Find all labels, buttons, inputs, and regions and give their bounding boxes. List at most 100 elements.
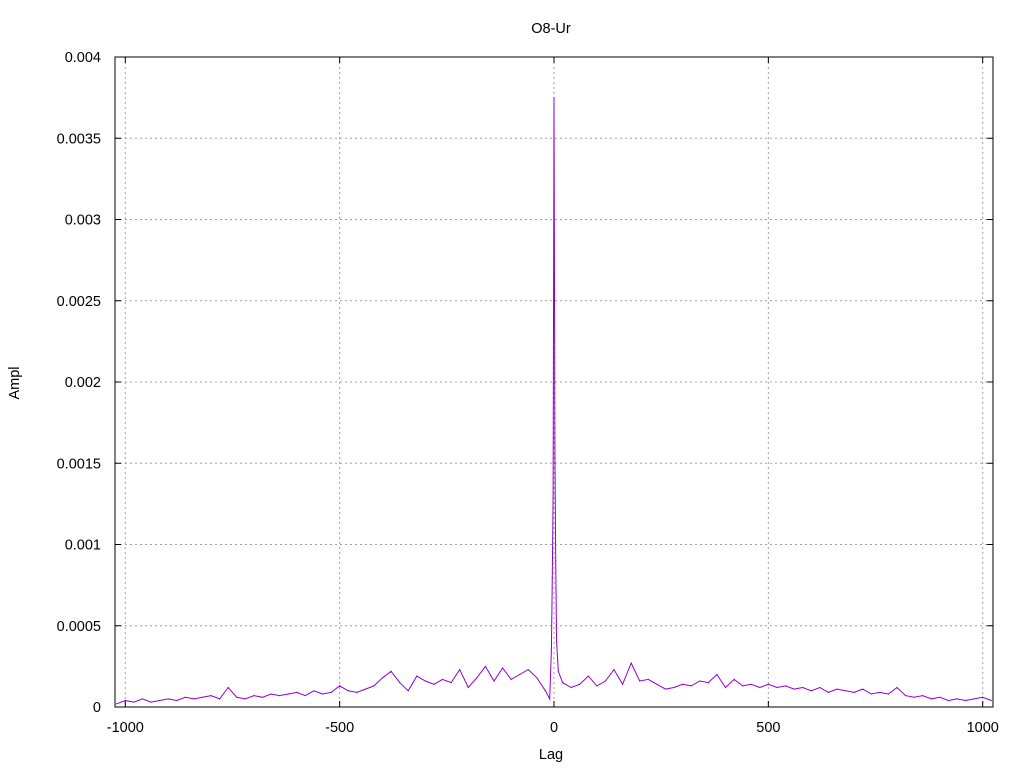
- y-tick-label: 0: [93, 700, 101, 716]
- data-point: [556, 641, 558, 643]
- x-tick-label: 500: [756, 720, 780, 736]
- data-point: [947, 699, 950, 702]
- data-point: [776, 686, 778, 689]
- data-point: [802, 686, 804, 689]
- data-point: [553, 243, 556, 245]
- data-point: [270, 693, 272, 695]
- data-point: [930, 698, 932, 700]
- data-point: [484, 665, 486, 668]
- data-point: [690, 685, 692, 687]
- data-point: [476, 677, 478, 679]
- x-tick-label: -1000: [107, 720, 144, 736]
- data-point: [630, 662, 632, 664]
- data-point: [553, 97, 555, 99]
- data-point: [549, 698, 551, 700]
- y-tick-label: 0.0025: [57, 294, 101, 310]
- x-tick-label: 0: [550, 720, 558, 736]
- data-point: [527, 669, 529, 671]
- data-point: [664, 688, 667, 690]
- data-point: [510, 678, 512, 681]
- data-point: [441, 678, 444, 681]
- data-point: [416, 675, 418, 677]
- data-point: [210, 695, 212, 697]
- data-point: [956, 698, 958, 700]
- data-point: [536, 677, 538, 679]
- data-point: [176, 699, 178, 702]
- y-tick-label: 0.0005: [57, 619, 101, 635]
- data-point: [236, 696, 238, 698]
- data-point: [550, 649, 553, 651]
- data-point: [699, 680, 701, 682]
- data-point: [716, 673, 718, 676]
- data-point: [724, 686, 727, 689]
- data-point: [467, 686, 469, 689]
- data-point: [647, 678, 649, 681]
- y-tick-label: 0.0015: [57, 456, 101, 472]
- data-point: [622, 683, 624, 685]
- data-point: [579, 683, 581, 685]
- data-point: [364, 688, 366, 690]
- data-point: [604, 680, 607, 682]
- data-point: [596, 685, 598, 687]
- data-point: [553, 275, 555, 277]
- data-point: [244, 698, 246, 700]
- data-point: [552, 495, 554, 497]
- data-point: [682, 683, 684, 685]
- data-point: [450, 682, 452, 684]
- data-point: [810, 690, 812, 692]
- data-point: [167, 698, 169, 700]
- data-point: [287, 693, 289, 695]
- data-point: [555, 560, 557, 562]
- data-point: [587, 675, 589, 677]
- data-point: [853, 691, 855, 694]
- data-point: [904, 695, 907, 697]
- data-point: [141, 698, 143, 700]
- data-point: [193, 698, 195, 700]
- data-point: [253, 695, 255, 697]
- data-point: [279, 695, 281, 697]
- data-point: [784, 685, 787, 687]
- data-point: [733, 678, 735, 681]
- data-point: [330, 691, 332, 694]
- data-point: [570, 686, 572, 689]
- data-point: [124, 699, 126, 702]
- data-point: [373, 685, 375, 687]
- data-point: [742, 685, 744, 687]
- data-point: [459, 669, 461, 671]
- chart: -1000 -500 0 500 1000 0 0.0005 0.001 0.0015 0.00…: [7, 21, 999, 763]
- data-point: [519, 673, 521, 676]
- data-point: [551, 576, 553, 578]
- data-point: [557, 670, 559, 672]
- y-tick-label: 0.003: [65, 213, 101, 229]
- data-point: [767, 683, 770, 685]
- data-point: [793, 688, 795, 690]
- data-point: [381, 677, 384, 679]
- data-point: [887, 693, 890, 695]
- data-point: [313, 690, 315, 692]
- data-point: [390, 670, 392, 672]
- data-point: [639, 680, 641, 682]
- data-point: [656, 683, 658, 685]
- data-point: [219, 698, 221, 700]
- data-point: [116, 703, 118, 705]
- data-point: [673, 686, 675, 689]
- data-point: [896, 686, 898, 689]
- data-point: [613, 669, 615, 671]
- data-point: [750, 683, 752, 685]
- y-tick-label: 0.004: [65, 50, 101, 66]
- x-tick-label: 1000: [967, 720, 999, 736]
- data-point: [321, 693, 324, 695]
- data-point: [707, 682, 709, 684]
- data-point: [201, 696, 204, 698]
- data-point: [502, 667, 504, 669]
- data-point: [227, 686, 229, 689]
- y-tick-label: 0.002: [65, 375, 101, 391]
- data-point: [133, 701, 135, 703]
- data-point: [433, 683, 435, 685]
- data-point: [913, 696, 915, 698]
- data-point: [922, 695, 924, 697]
- y-tick-label: 0.0035: [57, 131, 101, 147]
- data-point: [296, 691, 298, 694]
- data-point: [554, 446, 556, 448]
- data-point: [304, 695, 306, 697]
